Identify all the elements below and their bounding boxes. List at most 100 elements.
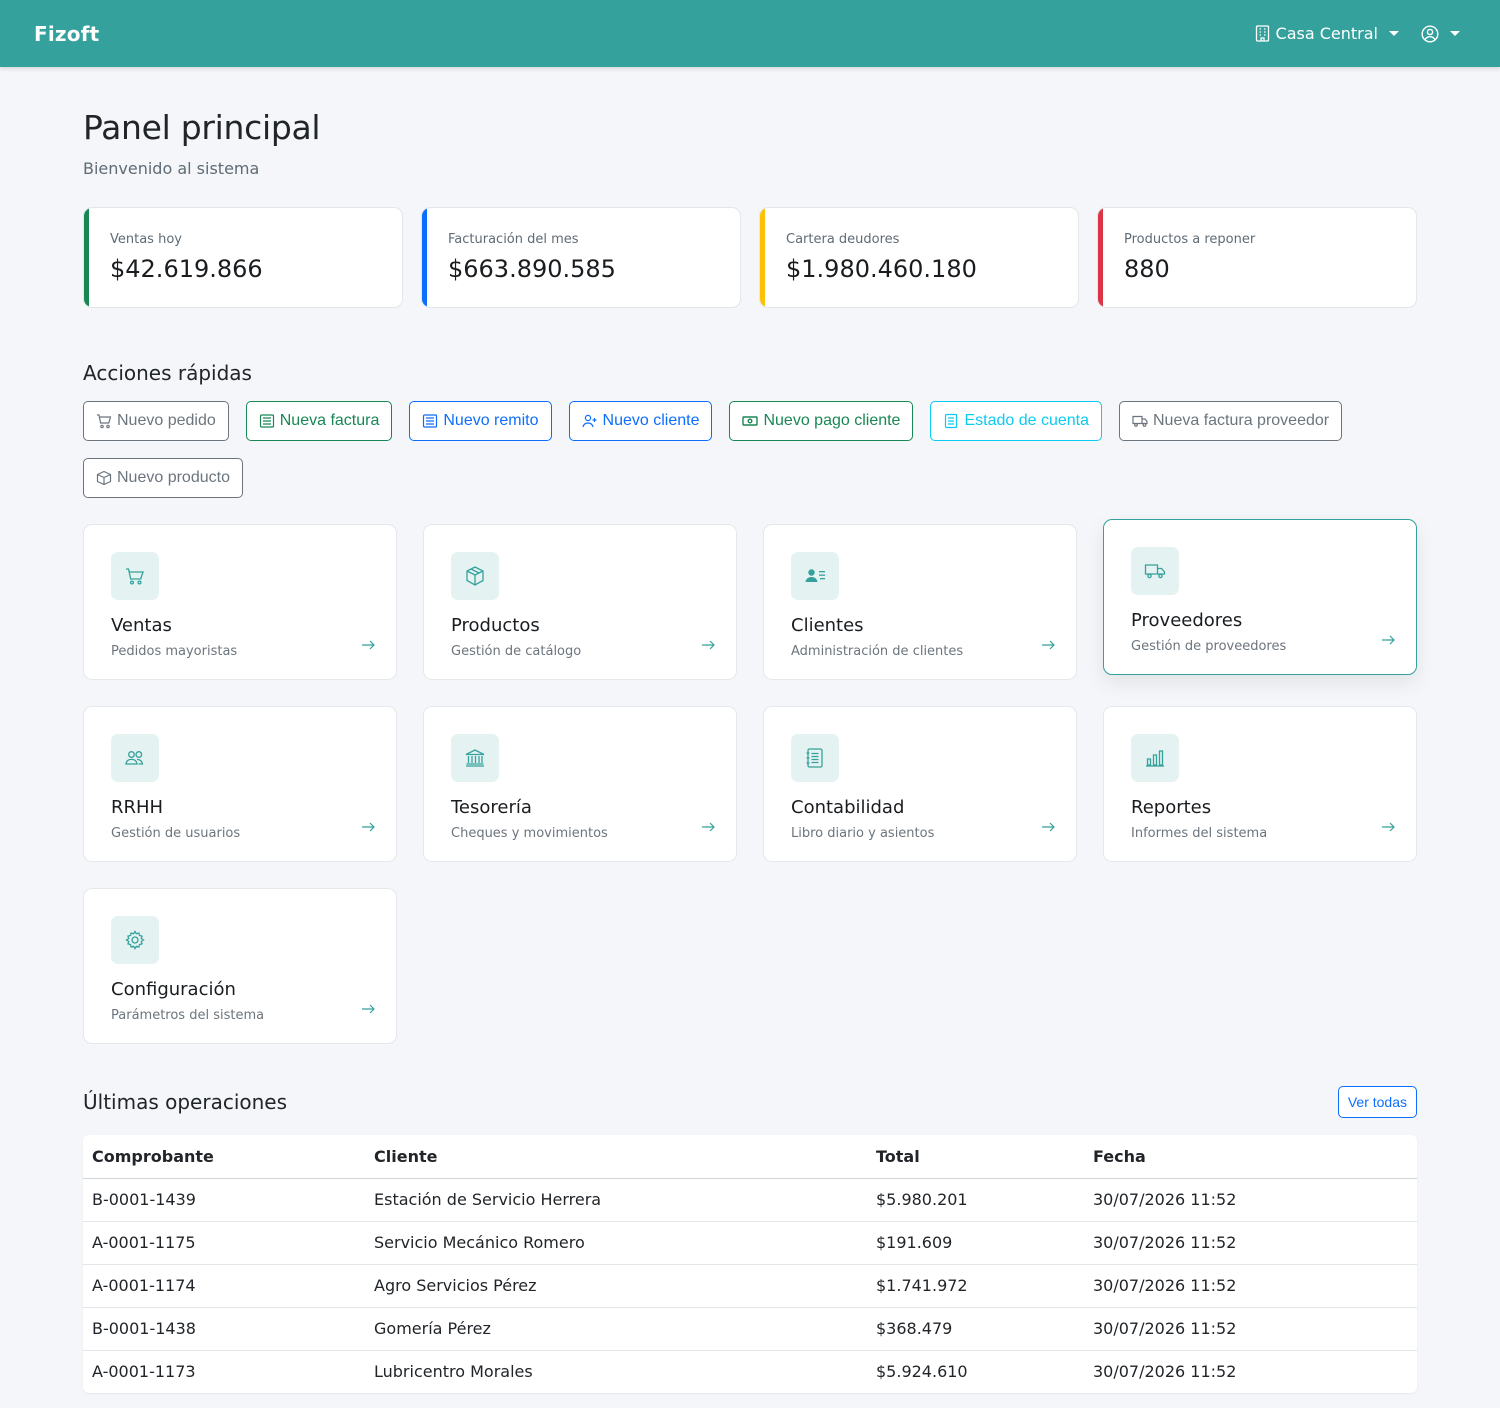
top-navbar: Fizoft Casa Central (0, 0, 1500, 67)
table-row[interactable]: A-0001-1175 Servicio Mecánico Romero $19… (83, 1221, 1417, 1265)
box-icon (96, 470, 112, 486)
person-plus-icon (581, 414, 597, 428)
cell-cliente: Lubricentro Morales (374, 1362, 533, 1382)
stat-card-ventas-hoy: Ventas hoy $42.619.866 (83, 207, 403, 308)
cell-total: $5.980.201 (867, 1178, 1084, 1222)
stat-label: Productos a reponer (1124, 232, 1256, 247)
module-card-reportes[interactable]: Reportes Informes del sistema (1103, 706, 1417, 862)
cell-fecha: 30/07/2026 11:52 (1084, 1264, 1417, 1308)
quick-actions: Nuevo pedido Nueva factura Nuevo remito … (83, 401, 1403, 498)
module-card-productos[interactable]: Productos Gestión de catálogo (423, 524, 737, 680)
chevron-down-icon (1389, 31, 1399, 36)
ver-todas-button[interactable]: Ver todas (1337, 1086, 1417, 1118)
column-header-total: Total (867, 1135, 1084, 1179)
module-title: Configuración (111, 979, 236, 1000)
stat-value: 880 (1124, 255, 1170, 283)
stats-row: Ventas hoy $42.619.866 Facturación del m… (83, 207, 1417, 308)
module-subtitle: Gestión de catálogo (451, 644, 582, 659)
cell-cliente: Gomería Pérez (365, 1307, 867, 1351)
button-label: Nuevo remito (443, 412, 539, 429)
module-card-rrhh[interactable]: RRHH Gestión de usuarios (83, 706, 397, 862)
module-card-configuracion[interactable]: Configuración Parámetros del sistema (83, 888, 397, 1044)
module-card-tesoreria[interactable]: Tesorería Cheques y movimientos (423, 706, 737, 862)
quick-actions-title: Acciones rápidas (83, 361, 252, 385)
gear-icon (125, 930, 145, 950)
table-row[interactable]: A-0001-1173 Lubricentro Morales $5.924.6… (83, 1350, 1417, 1393)
cell-total: $368.479 (867, 1307, 1084, 1351)
stat-card-cartera-deudores: Cartera deudores $1.980.460.180 (759, 207, 1079, 308)
module-subtitle: Gestión de proveedores (1131, 639, 1287, 654)
people-icon (125, 751, 144, 765)
arrow-right-icon (1382, 635, 1395, 645)
button-label: Nuevo producto (117, 469, 230, 486)
arrow-right-icon (702, 822, 715, 832)
cell-total: $5.924.610 (876, 1362, 968, 1382)
stat-value: $1.980.460.180 (786, 255, 977, 283)
nueva-factura-button[interactable]: Nueva factura (245, 401, 393, 441)
document-icon (423, 414, 438, 428)
cell-comprobante: A-0001-1173 (92, 1362, 196, 1382)
cart-icon (97, 414, 112, 429)
operations-header: Últimas operaciones Ver todas (83, 1086, 1417, 1118)
stat-value: $663.890.585 (448, 255, 616, 283)
module-title: Proveedores (1131, 610, 1243, 631)
building-icon (1255, 25, 1269, 42)
cell-comprobante: B-0001-1438 (83, 1307, 365, 1351)
stat-label: Cartera deudores (786, 232, 900, 247)
arrow-right-icon (702, 640, 715, 650)
module-subtitle: Parámetros del sistema (111, 1008, 265, 1023)
user-dropdown[interactable] (1421, 24, 1460, 43)
estado-de-cuenta-button[interactable]: Estado de cuenta (930, 401, 1102, 441)
brand-logo[interactable]: Fizoft (34, 22, 99, 46)
modules-grid: Ventas Pedidos mayoristas Productos Gest… (83, 519, 1417, 1044)
nuevo-cliente-button[interactable]: Nuevo cliente (568, 401, 713, 441)
table-row[interactable]: B-0001-1438 Gomería Pérez $368.479 30/07… (83, 1307, 1417, 1351)
stat-value: $42.619.866 (110, 255, 263, 283)
page-title: Panel principal (83, 108, 321, 147)
bar-chart-icon (1146, 750, 1164, 767)
chevron-down-icon (1450, 31, 1460, 36)
nuevo-pago-cliente-button[interactable]: Nuevo pago cliente (729, 401, 914, 441)
table-header-row: Comprobante Cliente Total Fecha (83, 1135, 1417, 1179)
user-circle-icon (1421, 24, 1439, 43)
table-row[interactable]: B-0001-1439 Estación de Servicio Herrera… (83, 1178, 1417, 1222)
arrow-right-icon (1042, 822, 1055, 832)
cell-fecha: 30/07/2026 11:52 (1084, 1221, 1417, 1265)
module-card-contabilidad[interactable]: Contabilidad Libro diario y asientos (763, 706, 1077, 862)
main-content: Panel principal Bienvenido al sistema Ve… (83, 108, 1417, 1393)
nuevo-remito-button[interactable]: Nuevo remito (409, 401, 552, 441)
cart-icon (126, 568, 144, 585)
arrow-right-icon (362, 640, 375, 650)
column-header-cliente: Cliente (365, 1135, 867, 1179)
cell-cliente: Agro Servicios Pérez (365, 1264, 867, 1308)
arrow-right-icon (1042, 640, 1055, 650)
nuevo-producto-button[interactable]: Nuevo producto (83, 458, 243, 498)
button-label: Nueva factura proveedor (1153, 412, 1330, 429)
stat-label: Facturación del mes (448, 232, 579, 247)
module-card-ventas[interactable]: Ventas Pedidos mayoristas (83, 524, 397, 680)
button-label: Nuevo pago cliente (763, 412, 901, 429)
module-card-clientes[interactable]: Clientes Administración de clientes (763, 524, 1077, 680)
nuevo-pedido-button[interactable]: Nuevo pedido (83, 401, 229, 441)
cell-fecha: 30/07/2026 11:52 (1084, 1307, 1417, 1351)
button-label: Nuevo cliente (602, 412, 700, 429)
journal-icon (806, 748, 823, 768)
truck-icon (1132, 415, 1148, 427)
nueva-factura-proveedor-button[interactable]: Nueva factura proveedor (1119, 401, 1343, 441)
module-card-proveedores[interactable]: Proveedores Gestión de proveedores (1103, 519, 1417, 675)
arrow-right-icon (362, 1004, 375, 1014)
button-label: Estado de cuenta (964, 412, 1089, 429)
cell-fecha: 30/07/2026 11:52 (1093, 1362, 1237, 1382)
button-label: Nueva factura (279, 412, 380, 429)
cell-comprobante: A-0001-1175 (83, 1221, 365, 1265)
page-subtitle: Bienvenido al sistema (83, 159, 260, 178)
operations-table: Comprobante Cliente Total Fecha B-0001-1… (83, 1135, 1417, 1393)
module-title: Tesorería (451, 797, 532, 818)
branch-dropdown[interactable]: Casa Central (1255, 24, 1399, 43)
operations-title: Últimas operaciones (83, 1090, 288, 1114)
cash-icon (742, 416, 759, 426)
module-subtitle: Libro diario y asientos (791, 826, 935, 841)
cell-comprobante: A-0001-1174 (83, 1264, 365, 1308)
table-row[interactable]: A-0001-1174 Agro Servicios Pérez $1.741.… (83, 1264, 1417, 1308)
module-subtitle: Pedidos mayoristas (111, 644, 238, 659)
